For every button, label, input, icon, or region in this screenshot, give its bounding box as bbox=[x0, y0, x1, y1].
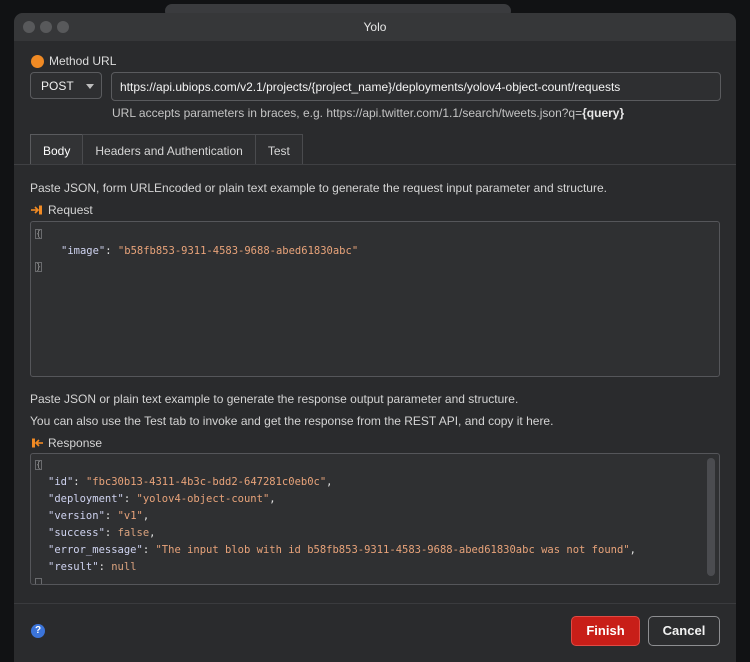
tab-body[interactable]: Body bbox=[30, 134, 84, 165]
response-label-text: Response bbox=[48, 436, 103, 450]
response-scrollbar-thumb[interactable] bbox=[707, 458, 715, 576]
help-icon[interactable]: ? bbox=[31, 624, 45, 638]
fold-close-icon[interactable] bbox=[35, 578, 42, 584]
tab-test[interactable]: Test bbox=[254, 134, 303, 165]
request-label: Request bbox=[31, 203, 93, 217]
url-hint-param: {query} bbox=[582, 106, 625, 120]
response-line-deployment: "deployment": "yolov4-object-count", bbox=[48, 493, 276, 505]
url-input[interactable]: https://api.ubiops.com/v2.1/projects/{pr… bbox=[111, 72, 721, 101]
request-code-line: "image": "b58fb853-9311-4583-9688-abed61… bbox=[61, 245, 359, 257]
method-url-label: Method URL bbox=[31, 54, 116, 68]
response-line-id: "id": "fbc30b13-4311-4b3c-bdd2-647281c0e… bbox=[48, 476, 333, 488]
response-line-version: "version": "v1", bbox=[48, 510, 150, 522]
request-editor[interactable]: { "image": "b58fb853-9311-4583-9688-abed… bbox=[30, 221, 720, 377]
response-line-result: "result": null bbox=[48, 561, 137, 573]
input-arrow-icon bbox=[31, 205, 42, 215]
response-description-2: You can also use the Test tab to invoke … bbox=[30, 414, 554, 428]
method-select[interactable]: POST bbox=[30, 72, 102, 99]
tab-headers-authentication[interactable]: Headers and Authentication bbox=[82, 134, 256, 165]
finish-button[interactable]: Finish bbox=[571, 616, 640, 646]
json-key: "image" bbox=[61, 245, 106, 257]
fold-open-icon[interactable]: { bbox=[35, 460, 42, 470]
url-hint: URL accepts parameters in braces, e.g. h… bbox=[112, 106, 624, 120]
output-arrow-icon bbox=[32, 438, 43, 448]
method-value: POST bbox=[41, 79, 74, 93]
title-bar: Yolo bbox=[14, 13, 736, 41]
chevron-down-icon bbox=[86, 84, 94, 89]
response-line-error-message: "error_message": "The input blob with id… bbox=[48, 544, 636, 556]
status-dot-icon bbox=[31, 54, 44, 68]
dialog-window: Yolo Method URL POST https://api.ubiops.… bbox=[14, 13, 736, 662]
fold-close-icon[interactable]: } bbox=[35, 262, 42, 272]
method-url-label-text: Method URL bbox=[49, 54, 117, 68]
window-title: Yolo bbox=[363, 20, 387, 34]
fold-open-icon[interactable]: { bbox=[35, 229, 42, 239]
response-description-1: Paste JSON or plain text example to gene… bbox=[30, 392, 519, 406]
tab-bar: Body Headers and Authentication Test bbox=[30, 134, 303, 165]
json-value: "b58fb853-9311-4583-9688-abed61830abc" bbox=[117, 245, 359, 257]
request-description: Paste JSON, form URLEncoded or plain tex… bbox=[30, 181, 607, 195]
cancel-button[interactable]: Cancel bbox=[648, 616, 720, 646]
response-line-success: "success": false, bbox=[48, 527, 156, 539]
url-hint-text: URL accepts parameters in braces, e.g. h… bbox=[112, 106, 583, 120]
response-editor[interactable]: { "id": "fbc30b13-4311-4b3c-bdd2-647281c… bbox=[30, 453, 720, 585]
response-label: Response bbox=[31, 436, 102, 450]
request-label-text: Request bbox=[48, 203, 93, 217]
tab-divider bbox=[14, 164, 736, 165]
footer-divider bbox=[14, 603, 736, 604]
